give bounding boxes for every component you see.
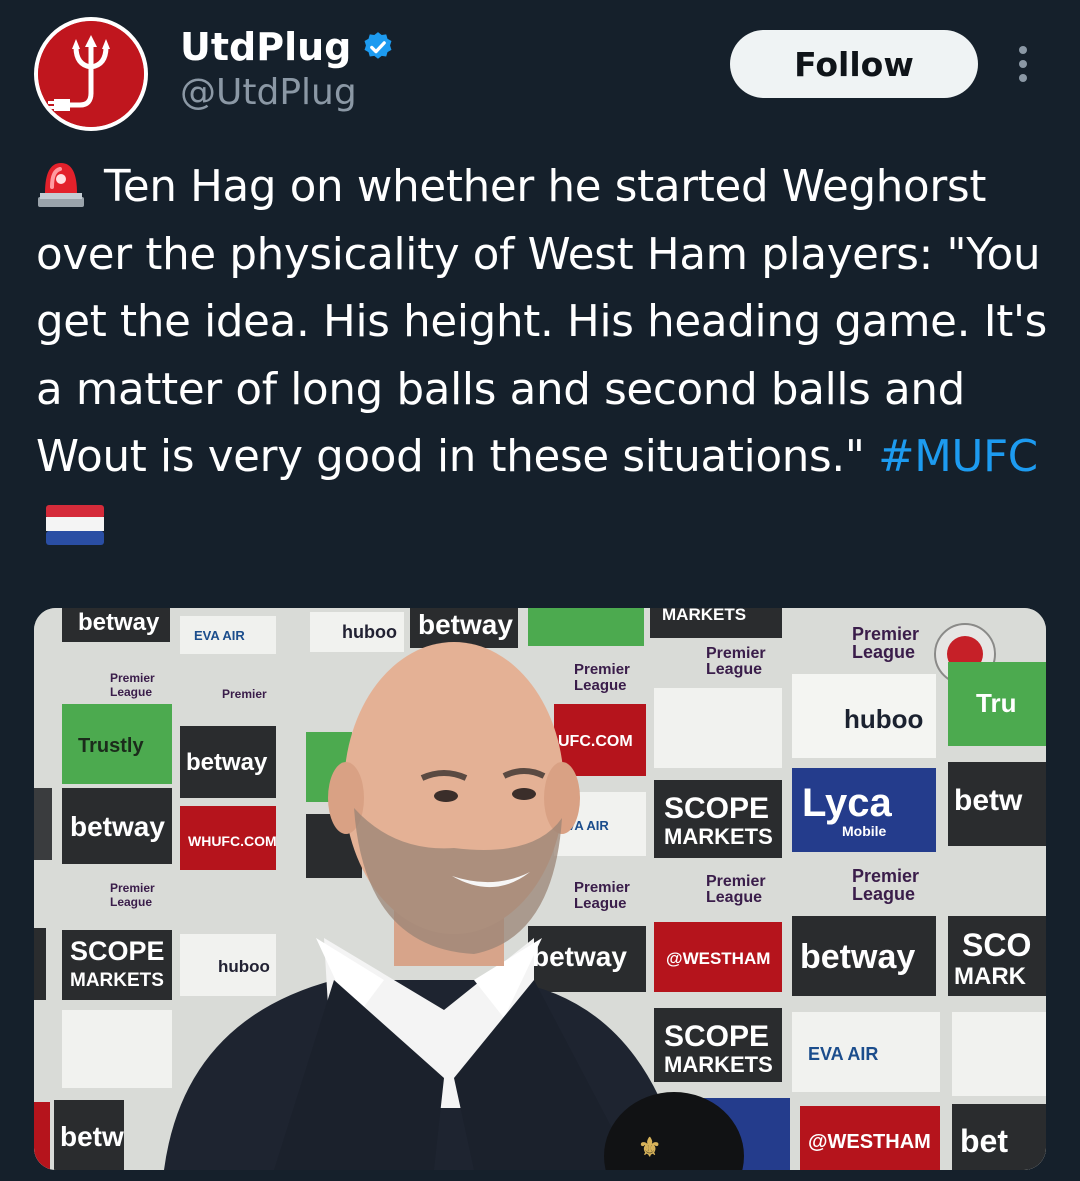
svg-text:betway: betway	[186, 749, 268, 776]
svg-text:huboo: huboo	[844, 704, 923, 734]
svg-text:EVA AIR: EVA AIR	[808, 1044, 878, 1064]
svg-text:Premier: Premier	[110, 881, 155, 895]
press-conference-photo: betway EVA AIR huboo betway MARKETS Prem…	[34, 608, 1046, 1170]
svg-text:League: League	[110, 685, 152, 699]
svg-text:MARKETS: MARKETS	[70, 970, 164, 991]
svg-text:MARK: MARK	[954, 963, 1027, 990]
avatar[interactable]	[34, 17, 148, 131]
svg-text:Premier: Premier	[852, 624, 919, 644]
netherlands-flag-icon	[46, 504, 104, 545]
svg-text:betway: betway	[70, 811, 165, 842]
svg-text:Premier: Premier	[706, 645, 766, 662]
tweet-text: Ten Hag on whether he started Weghorst o…	[36, 154, 1056, 559]
follow-button[interactable]: Follow	[730, 30, 978, 98]
svg-text:Premier: Premier	[706, 873, 766, 890]
police-siren-icon	[38, 163, 84, 207]
svg-text:@WESTHAM: @WESTHAM	[666, 949, 770, 968]
svg-text:Premier: Premier	[574, 879, 630, 896]
svg-text:League: League	[110, 895, 152, 909]
svg-text:League: League	[574, 677, 627, 694]
tweet-media-image[interactable]: betway EVA AIR huboo betway MARKETS Prem…	[34, 608, 1046, 1170]
display-name[interactable]: UtdPlug	[180, 25, 351, 69]
svg-text:@WESTHAM: @WESTHAM	[808, 1131, 931, 1153]
svg-text:SCO: SCO	[962, 927, 1031, 963]
svg-text:⚜: ⚜	[638, 1132, 661, 1162]
svg-text:Premier: Premier	[222, 687, 267, 701]
svg-text:bet: bet	[960, 1123, 1008, 1159]
svg-text:betway: betway	[78, 609, 160, 636]
svg-text:Trustly: Trustly	[78, 735, 144, 757]
svg-text:League: League	[706, 889, 762, 906]
account-handle[interactable]: @UtdPlug	[180, 72, 357, 113]
svg-text:betw: betw	[954, 784, 1023, 817]
svg-text:League: League	[852, 884, 915, 904]
svg-text:SCOPE: SCOPE	[664, 1020, 769, 1053]
svg-text:Mobile: Mobile	[842, 823, 887, 839]
hashtag-link[interactable]: #MUFC	[878, 432, 1038, 482]
svg-text:Premier: Premier	[574, 661, 630, 678]
svg-text:Premier: Premier	[852, 866, 919, 886]
svg-text:MARKETS: MARKETS	[662, 608, 746, 624]
svg-text:betway: betway	[532, 941, 627, 972]
svg-text:MARKETS: MARKETS	[664, 1052, 773, 1077]
svg-text:League: League	[852, 642, 915, 662]
svg-text:huboo: huboo	[218, 957, 270, 976]
verified-badge-icon	[364, 32, 392, 59]
svg-text:betway: betway	[800, 938, 915, 976]
svg-text:WHUFC.COM: WHUFC.COM	[188, 833, 277, 849]
svg-text:EVA AIR: EVA AIR	[194, 628, 245, 643]
svg-text:Premier: Premier	[110, 671, 155, 685]
svg-text:UFC.COM: UFC.COM	[558, 733, 633, 750]
svg-text:MARKETS: MARKETS	[664, 824, 773, 849]
svg-text:League: League	[574, 895, 627, 912]
svg-text:betw: betw	[60, 1121, 124, 1152]
account-name-row[interactable]: UtdPlug	[180, 22, 395, 72]
trident-plug-logo-icon	[38, 21, 144, 127]
svg-text:betway: betway	[418, 609, 513, 640]
svg-text:Tru: Tru	[976, 688, 1016, 718]
svg-text:SCOPE: SCOPE	[70, 936, 165, 966]
svg-text:Lyca: Lyca	[802, 781, 892, 825]
svg-text:huboo: huboo	[342, 622, 397, 642]
svg-text:SCOPE: SCOPE	[664, 792, 769, 825]
more-vertical-icon[interactable]	[1010, 40, 1036, 90]
svg-text:League: League	[706, 661, 762, 678]
